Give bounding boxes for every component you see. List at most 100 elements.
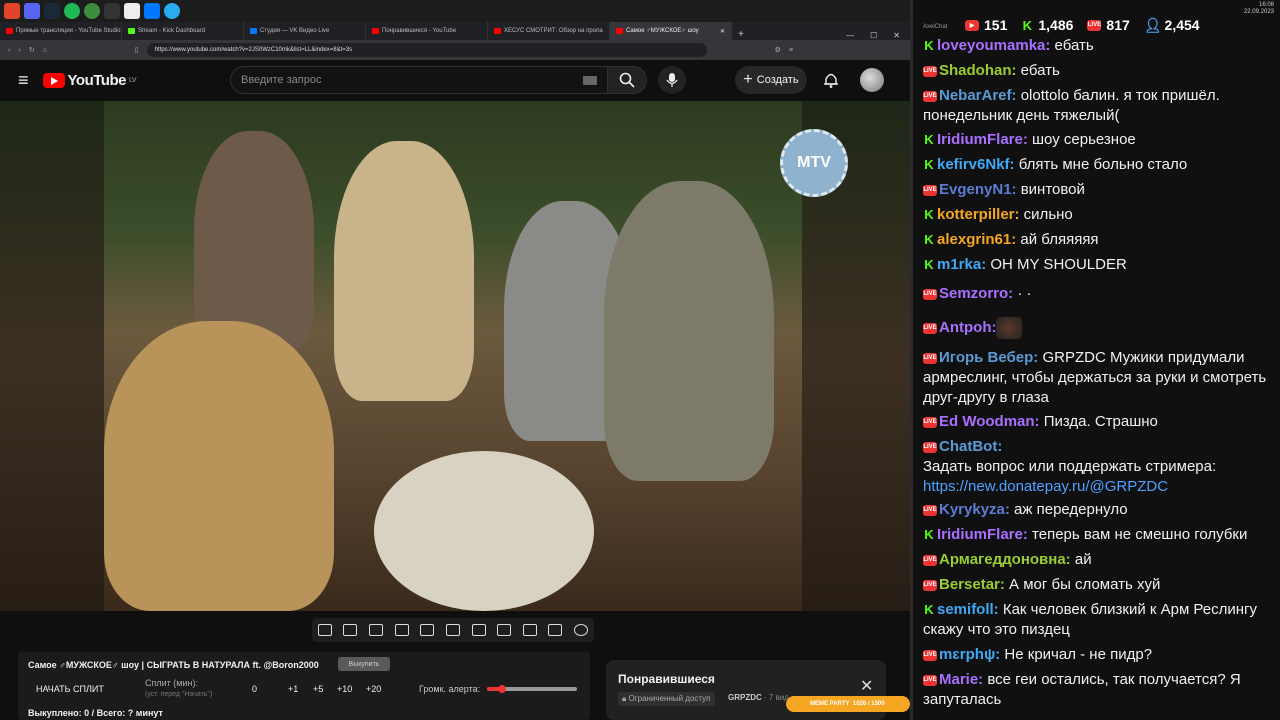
increment-button[interactable]: +20 — [366, 684, 381, 694]
chat-nick[interactable]: Shadohan: — [939, 62, 1017, 79]
increment-button[interactable]: +1 — [288, 684, 298, 694]
chrome-icon[interactable] — [84, 3, 100, 19]
speed-icon[interactable] — [394, 624, 409, 636]
chat-nick[interactable]: Antpoh: — [939, 319, 996, 336]
chat-nick[interactable]: kefirv6Nkf: — [937, 156, 1015, 173]
close-playlist-icon[interactable]: ✕ — [860, 676, 873, 696]
chat-nick[interactable]: kotterpiller: — [937, 206, 1020, 223]
chat-nick[interactable]: IridiumFlare: — [937, 131, 1028, 148]
loop-icon[interactable] — [317, 624, 332, 636]
clock-time: 16:08 — [1258, 2, 1274, 8]
split-value[interactable]: 0 — [252, 684, 257, 694]
camera-icon[interactable] — [548, 624, 563, 636]
close-tab-icon[interactable]: ✕ — [720, 28, 725, 35]
keyboard-icon[interactable] — [583, 75, 597, 85]
vk-icon[interactable] — [144, 3, 160, 19]
tab-label: Понравившиеся - YouTube — [382, 28, 457, 34]
search-input[interactable]: Введите запрос — [230, 66, 608, 94]
discord-icon[interactable] — [24, 3, 40, 19]
kick-icon: K — [923, 527, 935, 543]
chat-nick[interactable]: semifoll: — [937, 601, 999, 618]
owner-name[interactable]: GRPZDC — [728, 693, 762, 702]
chat-nick[interactable]: Marie: — [939, 671, 983, 688]
clapperboard-icon[interactable] — [420, 624, 435, 636]
kick-icon: K — [923, 38, 935, 54]
chat-nick[interactable]: EvgenyN1: — [939, 181, 1017, 198]
hamburger-menu-icon[interactable]: ≡ — [18, 70, 29, 91]
chat-nick[interactable]: NebarAref: — [939, 87, 1017, 104]
chat-nick[interactable]: Игорь Вебер: — [939, 349, 1038, 366]
chat-nick[interactable]: loveyoumamka: — [937, 37, 1050, 54]
youtube-logo[interactable]: YouTube LV — [42, 72, 137, 89]
chat-nick[interactable]: Bersetar: — [939, 576, 1005, 593]
chat-message: LIVE Армагеддоновна: ай — [923, 550, 1273, 570]
create-button[interactable]: + Создать — [735, 66, 807, 94]
brave-icon[interactable] — [4, 3, 20, 19]
forward-icon[interactable]: › — [18, 47, 20, 54]
crop-icon[interactable] — [445, 624, 460, 636]
chat-text: Задать вопрос или поддержать стримера: — [923, 458, 1217, 475]
slider-knob[interactable] — [498, 685, 507, 693]
kick-icon: K — [1021, 17, 1034, 33]
obs-icon[interactable] — [104, 3, 120, 19]
voice-search-button[interactable] — [658, 66, 686, 94]
buy-button[interactable]: Выкупить — [338, 657, 390, 671]
alert-volume-slider[interactable] — [487, 685, 577, 693]
increment-button[interactable]: +5 — [313, 684, 323, 694]
account-avatar[interactable] — [860, 68, 884, 92]
chat-link[interactable]: https://new.donatepay.ru/@GRPZDC — [923, 478, 1168, 495]
chat-nick[interactable]: m1rka: — [937, 256, 986, 273]
chat-nick[interactable]: Ed Woodman: — [939, 413, 1040, 430]
video-player[interactable]: MTV — [0, 101, 910, 611]
browser-tab[interactable]: Понравившиеся - YouTube — [366, 22, 488, 40]
maximize-icon[interactable]: ☐ — [870, 31, 877, 40]
browser-tab[interactable]: Студия — VK Видео Live — [244, 22, 366, 40]
browser-tab[interactable]: ХЕСУС СМОТРИТ: Обзор на пропа — [488, 22, 610, 40]
chat-nick[interactable]: alexgrin61: — [937, 231, 1016, 248]
menu-icon[interactable]: ≡ — [789, 47, 793, 54]
chat-nick[interactable]: IridiumFlare: — [937, 526, 1028, 543]
browser-tab-active[interactable]: Самое ♂МУЖСКОЕ♂ шоу ✕ — [610, 22, 732, 40]
playlist-heading[interactable]: Понравившиеся — [618, 672, 715, 686]
sort-icon[interactable] — [343, 624, 358, 636]
close-window-icon[interactable]: ✕ — [893, 31, 900, 40]
chat-text: сильно — [1019, 206, 1073, 223]
notifications-bell-icon[interactable] — [824, 72, 838, 88]
replay-icon[interactable] — [522, 624, 537, 636]
browser-tab[interactable]: Прямые трансляции - YouTube Studio — [0, 22, 122, 40]
minimize-icon[interactable]: — — [846, 31, 854, 40]
spotify-icon[interactable] — [64, 3, 80, 19]
telegram-icon[interactable] — [164, 3, 180, 19]
split-panel: Самое ♂МУЖСКОЕ♂ шоу | СЫГРАТЬ В НАТУРАЛА… — [18, 652, 590, 720]
meme-party-widget: MEME PARTY 1026 / 1500 — [786, 696, 910, 712]
chat-nick[interactable]: ChatBot: — [939, 438, 1002, 455]
steam-icon[interactable] — [44, 3, 60, 19]
reload-icon[interactable]: ↻ — [29, 46, 35, 54]
back-icon[interactable]: ‹ — [8, 47, 10, 54]
url-field[interactable]: https://www.youtube.com/watch?v=2JS0WzC1… — [146, 43, 707, 57]
extensions-icon[interactable]: ⚙ — [775, 46, 781, 54]
search-button[interactable] — [607, 66, 647, 94]
bought-status: Выкуплено: 0 / Всего: ? минут — [28, 708, 163, 718]
chat-nick[interactable]: mɛrphψ: — [939, 646, 1000, 663]
new-tab-icon[interactable]: + — [732, 29, 750, 40]
youtube-favicon-icon — [6, 28, 13, 34]
increment-button[interactable]: +10 — [337, 684, 352, 694]
chat-nick[interactable]: Semzorro: — [939, 285, 1013, 302]
fullscreen-icon[interactable] — [471, 624, 486, 636]
audio-icon[interactable] — [369, 624, 384, 636]
chat-nick[interactable]: Армагеддоновна: — [939, 551, 1071, 568]
tab-label: ХЕСУС СМОТРИТ: Обзор на пропа — [504, 28, 603, 34]
settings-gear-icon[interactable] — [574, 624, 589, 636]
window-controls: — ☐ ✕ — [846, 31, 910, 40]
chat-text: OH MY SHOULDER — [986, 256, 1127, 273]
youtube-play-icon — [42, 72, 65, 88]
gauge-icon[interactable] — [497, 624, 512, 636]
start-split-button[interactable]: НАЧАТЬ СПЛИТ — [36, 684, 104, 694]
chat-nick[interactable]: Kyrykyza: — [939, 501, 1010, 518]
browser-tab[interactable]: Stream - Kick Dashboard — [122, 22, 244, 40]
live-icon: LIVE — [923, 322, 937, 334]
bookmark-icon[interactable]: ▯ — [135, 46, 139, 54]
x-icon[interactable] — [124, 3, 140, 19]
home-icon[interactable]: ⌂ — [43, 47, 47, 54]
